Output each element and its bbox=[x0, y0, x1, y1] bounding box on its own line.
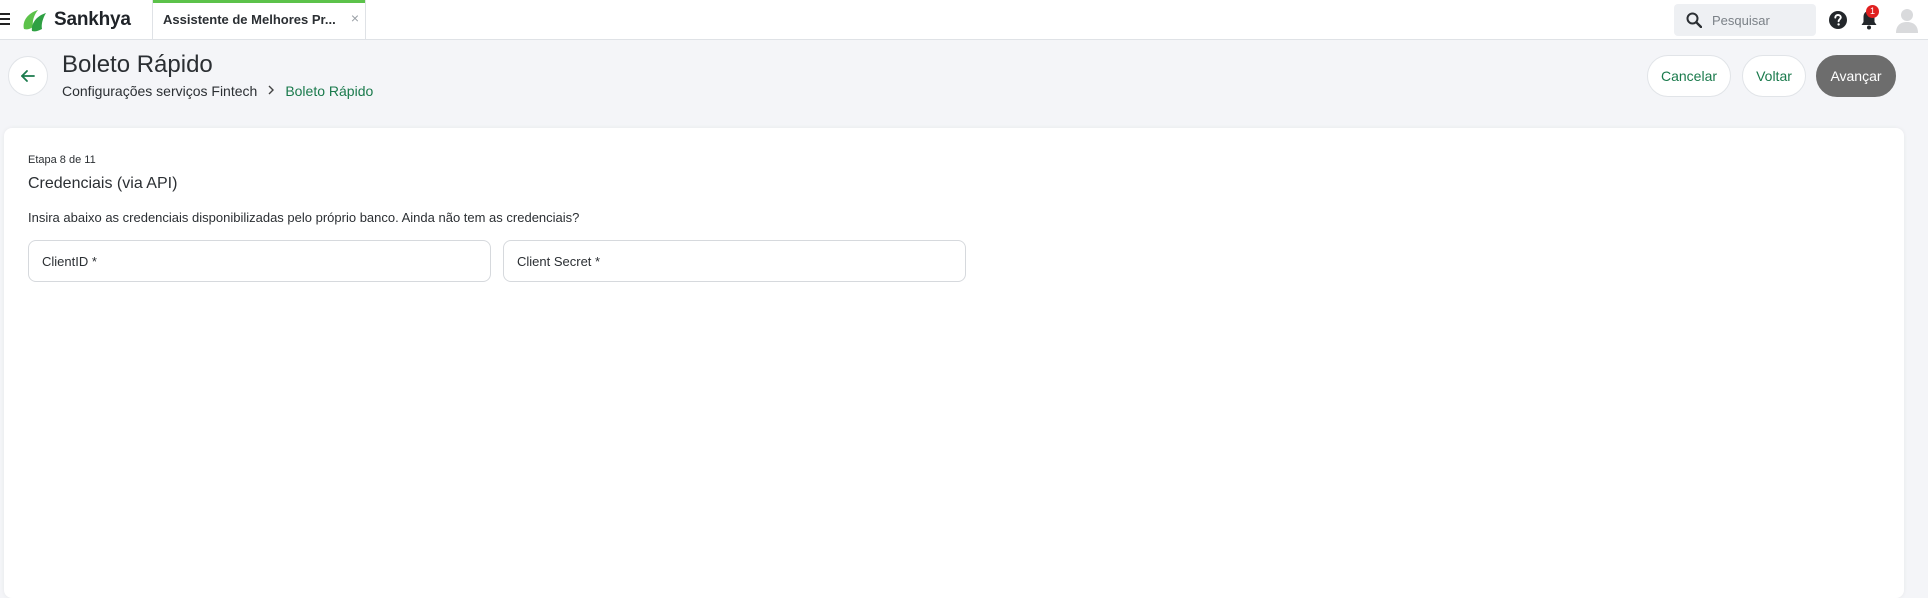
tab-active-indicator bbox=[153, 0, 365, 3]
section-description: Insira abaixo as credenciais disponibili… bbox=[28, 210, 580, 225]
breadcrumb-item-config[interactable]: Configurações serviços Fintech bbox=[62, 83, 257, 99]
step-indicator: Etapa 8 de 11 bbox=[28, 154, 96, 166]
voltar-button[interactable]: Voltar bbox=[1742, 55, 1806, 97]
notification-badge: 1 bbox=[1866, 5, 1879, 18]
close-icon[interactable]: × bbox=[351, 10, 359, 26]
search-input[interactable]: Pesquisar bbox=[1674, 4, 1816, 36]
brand-name: Sankhya bbox=[54, 9, 131, 30]
tab-assistente[interactable]: Assistente de Melhores Pr... × bbox=[152, 0, 366, 40]
user-avatar-icon[interactable] bbox=[1893, 6, 1921, 34]
client-id-label: ClientID * bbox=[42, 254, 97, 269]
search-placeholder: Pesquisar bbox=[1712, 13, 1770, 28]
menu-icon[interactable] bbox=[0, 10, 14, 30]
breadcrumb-item-current: Boleto Rápido bbox=[285, 83, 374, 99]
wizard-card: Etapa 8 de 11 Credenciais (via API) Insi… bbox=[4, 128, 1904, 598]
back-button[interactable] bbox=[8, 56, 48, 96]
sankhya-logo[interactable]: Sankhya bbox=[20, 6, 131, 34]
client-id-field[interactable]: ClientID * bbox=[28, 240, 491, 282]
client-secret-label: Client Secret * bbox=[517, 254, 601, 269]
section-title: Credenciais (via API) bbox=[28, 175, 178, 192]
client-secret-field[interactable]: Client Secret * bbox=[503, 240, 966, 282]
search-icon bbox=[1686, 12, 1702, 28]
arrow-left-icon bbox=[21, 70, 35, 82]
sankhya-logo-icon bbox=[23, 10, 46, 32]
help-icon[interactable] bbox=[1828, 10, 1848, 30]
chevron-right-icon bbox=[267, 84, 275, 98]
cancel-button[interactable]: Cancelar bbox=[1647, 55, 1731, 97]
tab-label: Assistente de Melhores Pr... bbox=[163, 12, 336, 27]
avancar-button[interactable]: Avançar bbox=[1816, 55, 1896, 97]
page-title: Boleto Rápido bbox=[62, 51, 213, 78]
top-bar: Sankhya Assistente de Melhores Pr... × P… bbox=[0, 0, 1928, 40]
breadcrumb: Configurações serviços Fintech Boleto Rá… bbox=[62, 83, 373, 99]
